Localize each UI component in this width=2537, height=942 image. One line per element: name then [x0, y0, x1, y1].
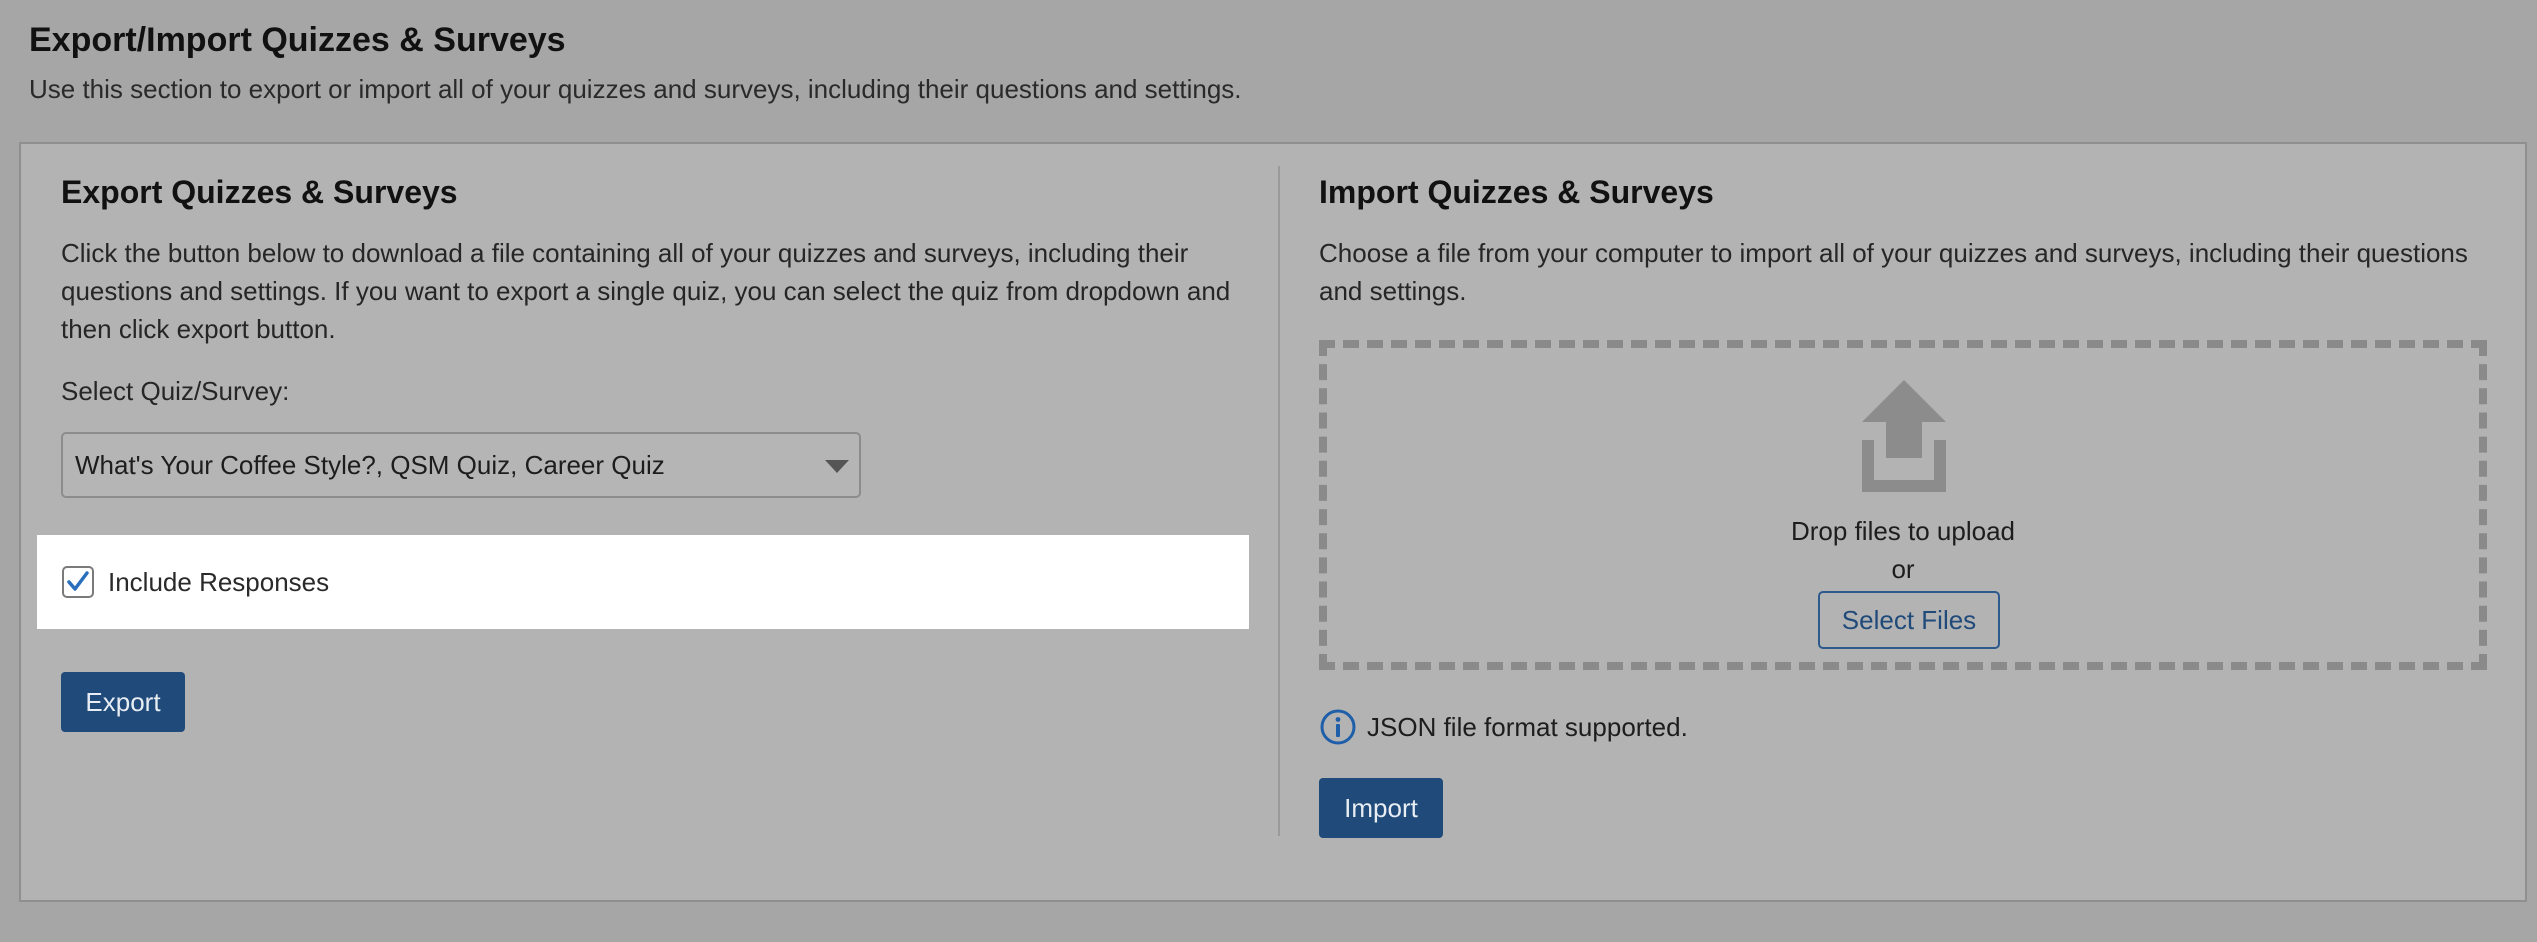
file-dropzone[interactable]: Drop files to upload or Select Files [1319, 340, 2487, 670]
export-section: Export Quizzes & Surveys Click the butto… [37, 170, 1249, 732]
import-button[interactable]: Import [1319, 778, 1443, 838]
quiz-select-dropdown[interactable]: What's Your Coffee Style?, QSM Quiz, Car… [61, 432, 861, 498]
export-title: Export Quizzes & Surveys [61, 174, 458, 210]
upload-icon [1862, 380, 1946, 492]
format-note: JSON file format supported. [1367, 711, 1688, 742]
include-responses-checkbox[interactable] [62, 566, 94, 598]
drop-files-text: Drop files to upload [1790, 516, 2016, 546]
format-note-row: JSON file format supported. [1319, 708, 1688, 746]
info-icon [1320, 709, 1356, 745]
page-description: Use this section to export or import all… [29, 74, 1242, 104]
page-header: Export/Import Quizzes & Surveys Use this… [29, 18, 1242, 106]
export-description: Click the button below to download a fil… [61, 238, 1231, 344]
page-title: Export/Import Quizzes & Surveys [29, 21, 566, 59]
export-import-panel: Export Quizzes & Surveys Click the butto… [19, 142, 2527, 902]
import-description: Choose a file from your computer to impo… [1319, 238, 2468, 306]
import-section: Import Quizzes & Surveys Choose a file f… [1319, 170, 2489, 838]
or-text: or [1891, 554, 1915, 584]
column-divider [1278, 166, 1280, 836]
select-quiz-label: Select Quiz/Survey: [61, 376, 290, 406]
export-button[interactable]: Export [61, 672, 185, 732]
chevron-down-icon [825, 460, 849, 473]
select-files-button[interactable]: Select Files [1818, 591, 2000, 649]
check-icon [67, 571, 89, 591]
include-responses-row: Include Responses [37, 535, 1249, 629]
quiz-select-value: What's Your Coffee Style?, QSM Quiz, Car… [75, 449, 665, 480]
include-responses-label: Include Responses [108, 566, 330, 597]
import-title: Import Quizzes & Surveys [1319, 174, 1714, 210]
